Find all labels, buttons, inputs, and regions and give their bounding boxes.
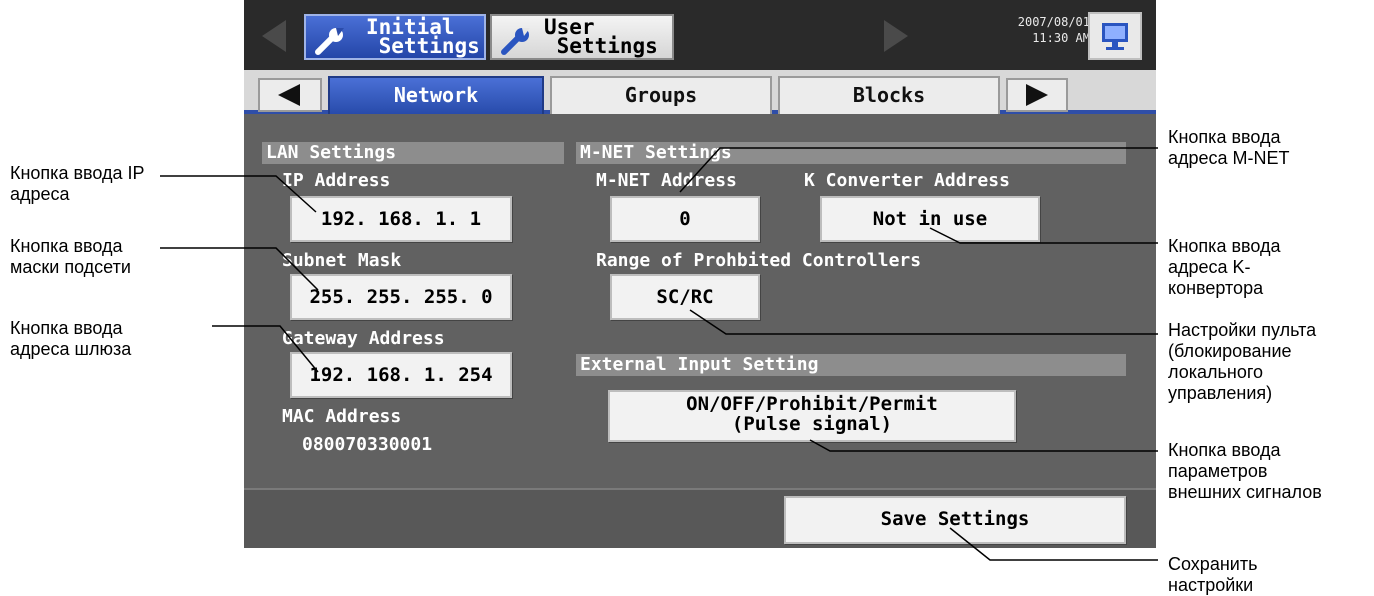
callout-line-subnet <box>160 247 319 291</box>
callout-line-kconv <box>929 227 1158 244</box>
callout-line-external <box>809 439 1158 452</box>
callout-line-ip <box>160 175 317 213</box>
callout-line-mnet <box>679 147 1158 193</box>
callout-line-gateway <box>212 325 319 373</box>
callout-line-save <box>949 527 1158 561</box>
callout-lines <box>160 147 1158 561</box>
callout-line-remote <box>689 309 1158 335</box>
